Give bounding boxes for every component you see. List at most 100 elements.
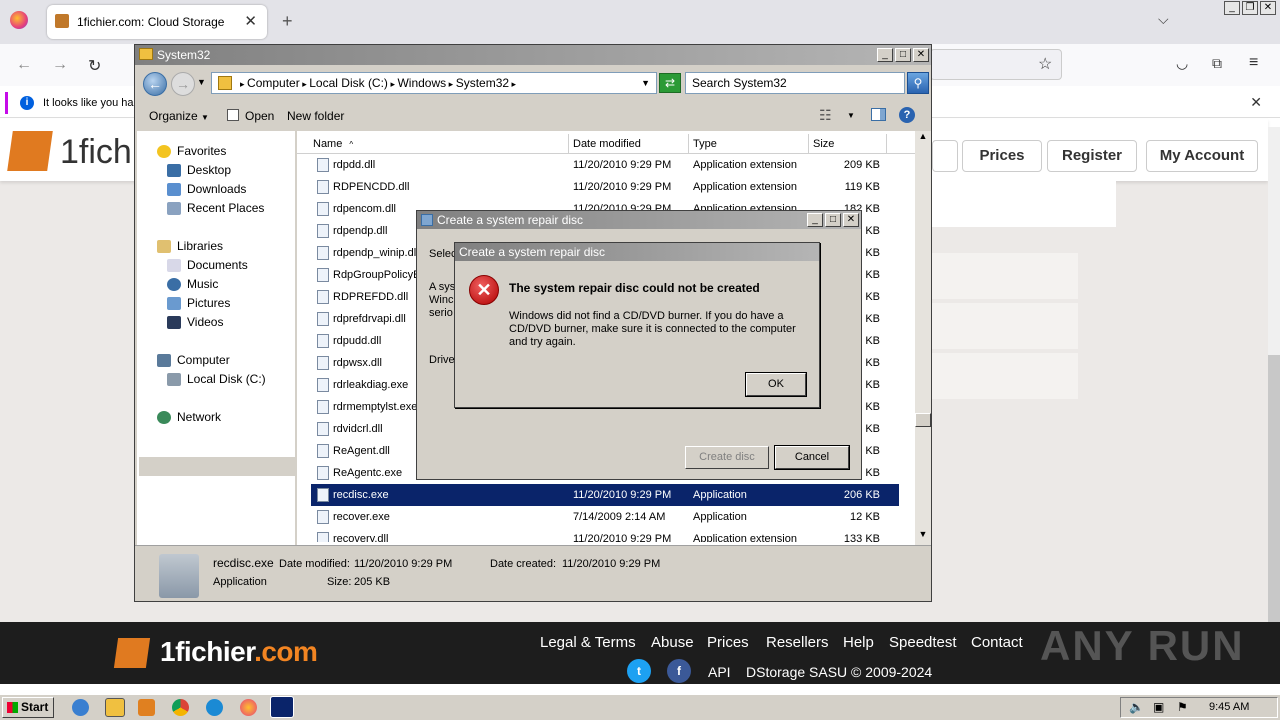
footer-link-api[interactable]: API <box>708 664 731 680</box>
close-icon[interactable]: ✕ <box>913 48 929 62</box>
nav-register[interactable]: Register <box>1047 140 1137 172</box>
minimize-icon[interactable]: _ <box>1224 1 1240 15</box>
nav-libraries[interactable]: Libraries <box>137 237 295 256</box>
firefox-logo-icon[interactable] <box>10 11 28 29</box>
breadcrumb-computer[interactable]: Computer <box>247 76 300 90</box>
table-row[interactable]: recovery.dll 11/20/2010 9:29 PM Applicatio… <box>311 528 899 542</box>
nav-downloads[interactable]: Downloads <box>137 180 295 199</box>
nav-computer[interactable]: Computer <box>137 351 295 370</box>
nav-button-partial[interactable] <box>932 140 958 172</box>
chrome-icon[interactable] <box>172 699 189 716</box>
browser-tab[interactable]: 1fichier.com: Cloud Storage ✕ <box>47 5 267 39</box>
close-icon[interactable]: ✕ <box>1260 1 1276 15</box>
new-folder-button[interactable]: New folder <box>287 109 344 123</box>
start-button[interactable]: Start <box>2 697 54 718</box>
maximize-icon[interactable]: □ <box>895 48 911 62</box>
edge-icon[interactable] <box>206 699 223 716</box>
forward-icon[interactable]: → <box>52 56 68 74</box>
refresh-icon[interactable]: ⇄ <box>659 73 681 93</box>
search-input[interactable]: Search System32 <box>685 72 905 94</box>
back-icon[interactable]: ← <box>16 56 32 74</box>
nav-pictures[interactable]: Pictures <box>137 294 295 313</box>
nav-desktop[interactable]: Desktop <box>137 161 295 180</box>
nav-music[interactable]: Music <box>137 275 295 294</box>
cancel-button[interactable]: Cancel <box>774 445 850 470</box>
twitter-icon[interactable]: t <box>627 659 651 683</box>
nav-my-account[interactable]: My Account <box>1146 140 1258 172</box>
breadcrumb-system32[interactable]: System32 <box>456 76 509 90</box>
column-date-modified[interactable]: Date modified <box>569 134 689 154</box>
table-row[interactable]: rdpdd.dll 11/20/2010 9:29 PM Application e… <box>311 154 899 176</box>
minimize-icon[interactable]: _ <box>807 213 823 227</box>
footer-link-abuse[interactable]: Abuse <box>651 634 694 651</box>
column-type[interactable]: Type <box>689 134 809 154</box>
column-size[interactable]: Size <box>809 134 887 154</box>
ie-icon[interactable] <box>72 699 89 716</box>
nav-favorites[interactable]: Favorites <box>137 142 295 161</box>
extensions-icon[interactable]: ⧉ <box>1212 55 1222 72</box>
explorer-title-bar[interactable]: System32 _ □ ✕ <box>135 45 931 65</box>
volume-icon[interactable]: 🔈 <box>1129 700 1144 714</box>
file-list-scroll-thumb[interactable] <box>915 413 931 427</box>
close-info-icon[interactable]: ✕ <box>1250 94 1262 111</box>
open-button[interactable]: Open <box>245 109 274 123</box>
breadcrumb-local-disk[interactable]: Local Disk (C:) <box>309 76 388 90</box>
breadcrumb-windows[interactable]: Windows <box>397 76 446 90</box>
nav-videos[interactable]: Videos <box>137 313 295 332</box>
address-bar[interactable]: ▸ Computer ▸ Local Disk (C:) ▸ Windows ▸… <box>211 72 657 94</box>
forward-icon[interactable]: → <box>171 72 195 96</box>
view-dropdown-icon[interactable]: ▼ <box>847 111 855 120</box>
page-scrollbar-thumb[interactable] <box>1268 355 1280 622</box>
explorer-taskbar-icon[interactable] <box>105 698 125 717</box>
minimize-icon[interactable]: _ <box>877 48 893 62</box>
error-dialog-title-bar[interactable]: Create a system repair disc <box>455 243 819 261</box>
ok-button[interactable]: OK <box>745 372 807 397</box>
footer-link-legal[interactable]: Legal & Terms <box>540 634 636 651</box>
table-row[interactable]: RDPENCDD.dll 11/20/2010 9:29 PM Applicatio… <box>311 176 899 198</box>
recdisc-taskbar-icon[interactable] <box>270 696 294 718</box>
pocket-icon[interactable]: ◡ <box>1176 55 1188 72</box>
search-icon[interactable]: ⚲ <box>907 72 929 94</box>
table-row[interactable]: recover.exe 7/14/2009 2:14 AM Application 1… <box>311 506 899 528</box>
new-tab-icon[interactable]: + <box>282 11 293 32</box>
menu-icon[interactable]: ≡ <box>1249 54 1258 72</box>
column-name[interactable]: Name ^ <box>309 134 569 154</box>
reload-icon[interactable]: ↻ <box>88 56 101 76</box>
organize-button[interactable]: Organize ▼ <box>149 109 209 123</box>
close-icon[interactable]: ✕ <box>843 213 859 227</box>
site-logo-icon[interactable] <box>7 131 53 171</box>
close-tab-icon[interactable]: ✕ <box>244 12 257 30</box>
restore-icon[interactable]: ❐ <box>1242 1 1258 15</box>
nav-recent-places[interactable]: Recent Places <box>137 199 295 218</box>
footer-logo[interactable]: 1fichier.com <box>160 636 318 668</box>
action-center-icon[interactable]: ⚑ <box>1177 700 1188 714</box>
view-options-icon[interactable]: ☷ <box>819 107 832 124</box>
scroll-up-icon[interactable]: ▲ <box>916 131 930 141</box>
nav-prices[interactable]: Prices <box>962 140 1042 172</box>
nav-network[interactable]: Network <box>137 408 295 427</box>
create-disc-button[interactable]: Create disc <box>685 446 769 469</box>
footer-link-contact[interactable]: Contact <box>971 634 1023 651</box>
footer-link-speedtest[interactable]: Speedtest <box>889 634 957 651</box>
facebook-icon[interactable]: f <box>667 659 691 683</box>
nav-documents[interactable]: Documents <box>137 256 295 275</box>
address-dropdown-icon[interactable]: ▼ <box>641 73 650 93</box>
history-dropdown-icon[interactable]: ▼ <box>197 77 206 87</box>
back-icon[interactable]: ← <box>143 72 167 96</box>
tab-list-icon[interactable]: ⌵ <box>1158 11 1169 28</box>
table-row[interactable]: recdisc.exe 11/20/2010 9:29 PM Application… <box>311 484 899 506</box>
repair-dialog-title-bar[interactable]: Create a system repair disc _ □ ✕ <box>417 211 861 229</box>
firefox-taskbar-icon[interactable] <box>240 699 257 716</box>
site-logo-text[interactable]: 1fich <box>60 133 132 172</box>
nav-local-disk[interactable]: Local Disk (C:) <box>137 370 295 389</box>
maximize-icon[interactable]: □ <box>825 213 841 227</box>
help-icon[interactable]: ? <box>899 107 915 123</box>
scroll-down-icon[interactable]: ▼ <box>916 529 930 539</box>
bookmark-star-icon[interactable]: ☆ <box>1038 54 1052 74</box>
footer-link-help[interactable]: Help <box>843 634 874 651</box>
clock[interactable]: 9:45 AM <box>1209 701 1249 713</box>
media-player-icon[interactable] <box>138 699 155 716</box>
preview-pane-icon[interactable] <box>871 108 886 121</box>
file-list-scrollbar[interactable]: ▲ ▼ <box>915 131 931 545</box>
network-tray-icon[interactable]: ▣ <box>1153 700 1164 714</box>
